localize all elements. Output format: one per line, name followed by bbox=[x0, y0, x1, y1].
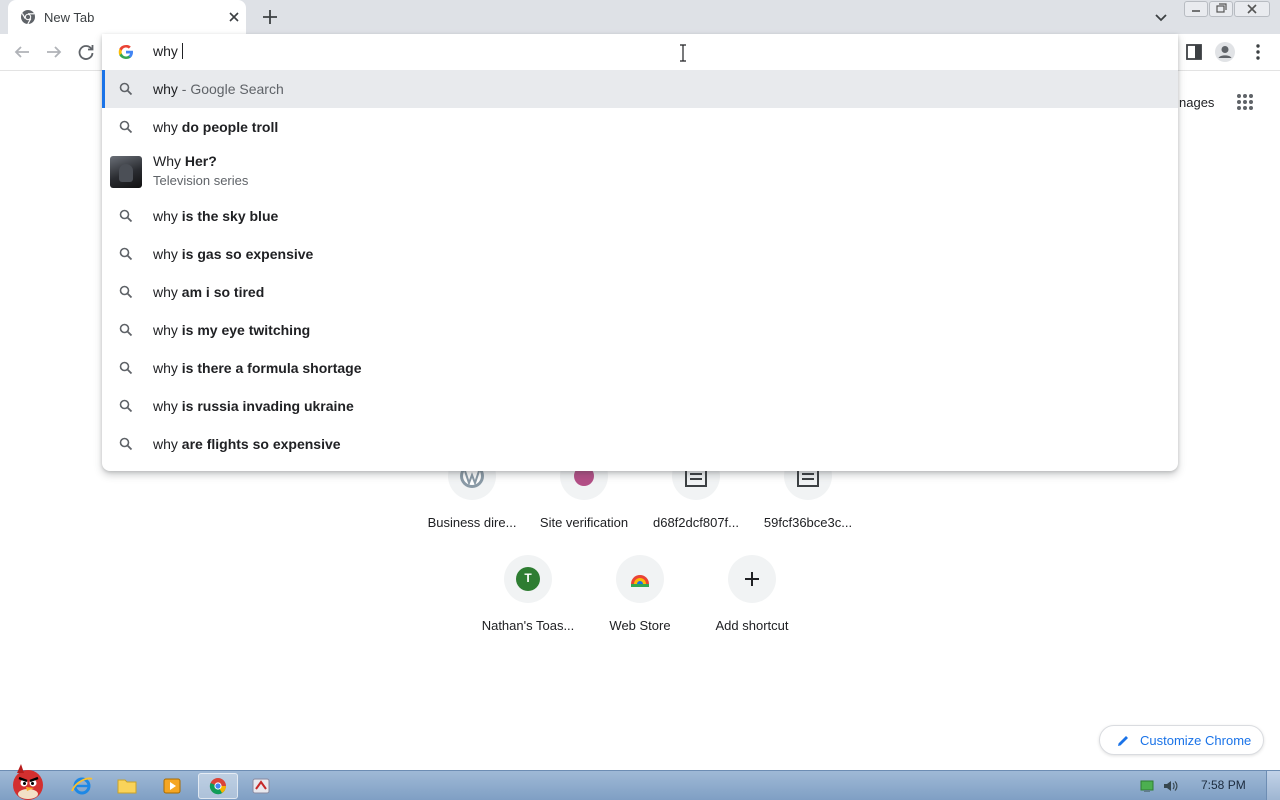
close-tab-icon[interactable] bbox=[226, 9, 242, 25]
search-icon bbox=[119, 361, 133, 375]
search-icon bbox=[119, 323, 133, 337]
back-button[interactable] bbox=[10, 40, 34, 64]
chrome-icon bbox=[21, 10, 35, 25]
entity-title: Why Her? bbox=[153, 153, 217, 169]
restore-icon bbox=[1216, 3, 1227, 13]
suggestion-row[interactable]: why is russia invading ukraine bbox=[102, 387, 1178, 425]
shortcut-label: d68f2dcf807f... bbox=[652, 515, 739, 530]
chrome-icon bbox=[209, 778, 227, 795]
shortcut-label: Business dire... bbox=[427, 515, 517, 530]
entity-thumbnail bbox=[110, 156, 142, 188]
suggestion-text: why is the sky blue bbox=[153, 208, 279, 224]
search-icon bbox=[119, 120, 133, 134]
suggestion-row[interactable]: why are flights so expensive bbox=[102, 425, 1178, 463]
menu-kebab-icon[interactable] bbox=[1246, 40, 1270, 64]
add-shortcut-tile[interactable]: Add shortcut bbox=[696, 555, 808, 655]
forward-button[interactable] bbox=[42, 40, 66, 64]
ibeam-cursor-icon bbox=[680, 44, 686, 62]
avatar-letter: T bbox=[524, 571, 532, 585]
suggestion-text: why am i so tired bbox=[153, 284, 265, 300]
omnibox-input[interactable]: why bbox=[153, 43, 183, 59]
suggestion-row[interactable]: why is my eye twitching bbox=[102, 311, 1178, 349]
customize-chrome-button[interactable]: Customize Chrome bbox=[1099, 725, 1264, 755]
omnibox[interactable]: why bbox=[102, 34, 1178, 70]
reload-button[interactable] bbox=[74, 40, 98, 64]
omnibox-dropdown: why why - Google Search why do people tr… bbox=[102, 34, 1178, 471]
suggestion-row-selected[interactable]: why - Google Search bbox=[102, 70, 1178, 108]
tab-new-tab[interactable]: New Tab bbox=[8, 0, 246, 34]
taskbar-explorer[interactable] bbox=[107, 773, 147, 799]
app-icon bbox=[252, 778, 270, 794]
taskbar-media-player[interactable] bbox=[152, 773, 192, 799]
close-window-button[interactable] bbox=[1234, 1, 1270, 17]
minimize-button[interactable] bbox=[1184, 1, 1208, 17]
suggestion-text: why is there a formula shortage bbox=[153, 360, 362, 376]
omnibox-query: why bbox=[153, 43, 178, 59]
screen: New Tab nages Business dire... Site veri… bbox=[0, 0, 1280, 800]
shortcut-label: Web Store bbox=[609, 618, 671, 633]
media-player-icon bbox=[163, 778, 181, 794]
show-desktop-button[interactable] bbox=[1266, 771, 1280, 800]
shortcut-label: Nathan's Toas... bbox=[481, 618, 575, 633]
suggestion-text: why is gas so expensive bbox=[153, 246, 314, 262]
search-icon bbox=[119, 209, 133, 223]
google-apps-icon[interactable] bbox=[1236, 93, 1254, 111]
search-icon bbox=[119, 285, 133, 299]
shortcut-label: Site verification bbox=[539, 515, 629, 530]
suggestion-row[interactable]: why am i so tired bbox=[102, 273, 1178, 311]
internet-explorer-icon bbox=[71, 777, 93, 795]
shortcut-label: 59fcf36bce3c... bbox=[763, 515, 853, 530]
restore-button[interactable] bbox=[1209, 1, 1233, 17]
close-icon bbox=[1247, 4, 1257, 14]
search-icon bbox=[119, 399, 133, 413]
images-link[interactable]: nages bbox=[1179, 95, 1214, 110]
entity-subtitle: Television series bbox=[153, 173, 249, 188]
shortcut-tile[interactable]: Web Store bbox=[584, 555, 696, 655]
google-g-icon bbox=[118, 44, 133, 59]
search-icon bbox=[119, 82, 133, 96]
taskbar-chrome[interactable] bbox=[198, 773, 238, 799]
add-icon bbox=[728, 555, 776, 603]
letter-avatar-icon: T bbox=[504, 555, 552, 603]
clock[interactable]: 7:58 PM bbox=[1201, 778, 1246, 792]
text-caret bbox=[181, 43, 183, 59]
search-icon bbox=[119, 437, 133, 451]
suggestion-text: why are flights so expensive bbox=[153, 436, 341, 452]
suggestion-row[interactable]: why is the sky blue bbox=[102, 197, 1178, 235]
suggestion-text: why - Google Search bbox=[153, 81, 284, 97]
folder-icon bbox=[117, 779, 137, 794]
suggestion-text: why is my eye twitching bbox=[153, 322, 311, 338]
new-tab-button[interactable] bbox=[259, 6, 281, 28]
network-icon[interactable] bbox=[1139, 778, 1155, 794]
taskbar-ie[interactable] bbox=[62, 773, 102, 799]
tab-title: New Tab bbox=[44, 10, 95, 25]
shortcut-label: Add shortcut bbox=[715, 618, 789, 633]
profile-avatar-icon[interactable] bbox=[1213, 40, 1237, 64]
side-panel-icon[interactable] bbox=[1182, 40, 1206, 64]
customize-chrome-label: Customize Chrome bbox=[1140, 733, 1252, 748]
suggestion-row[interactable]: why is gas so expensive bbox=[102, 235, 1178, 273]
web-store-icon bbox=[616, 555, 664, 603]
entity-suggestion-row[interactable]: Why Her? Television series bbox=[102, 146, 1178, 196]
tab-strip: New Tab bbox=[0, 0, 1280, 34]
volume-icon[interactable] bbox=[1162, 778, 1178, 794]
suggestion-text: why do people troll bbox=[153, 119, 279, 135]
suggestion-row[interactable]: why is there a formula shortage bbox=[102, 349, 1178, 387]
search-icon bbox=[119, 247, 133, 261]
minimize-icon bbox=[1192, 10, 1200, 12]
start-button-angry-bird-icon[interactable] bbox=[4, 761, 50, 800]
taskbar: 7:58 PM bbox=[0, 764, 1280, 800]
taskbar-app[interactable] bbox=[241, 773, 281, 799]
pencil-icon bbox=[1118, 736, 1128, 746]
shortcut-tile[interactable]: T Nathan's Toas... bbox=[472, 555, 584, 655]
suggestion-text: why is russia invading ukraine bbox=[153, 398, 354, 414]
suggestion-row[interactable]: why do people troll bbox=[102, 108, 1178, 146]
tab-search-button[interactable] bbox=[1151, 7, 1171, 27]
